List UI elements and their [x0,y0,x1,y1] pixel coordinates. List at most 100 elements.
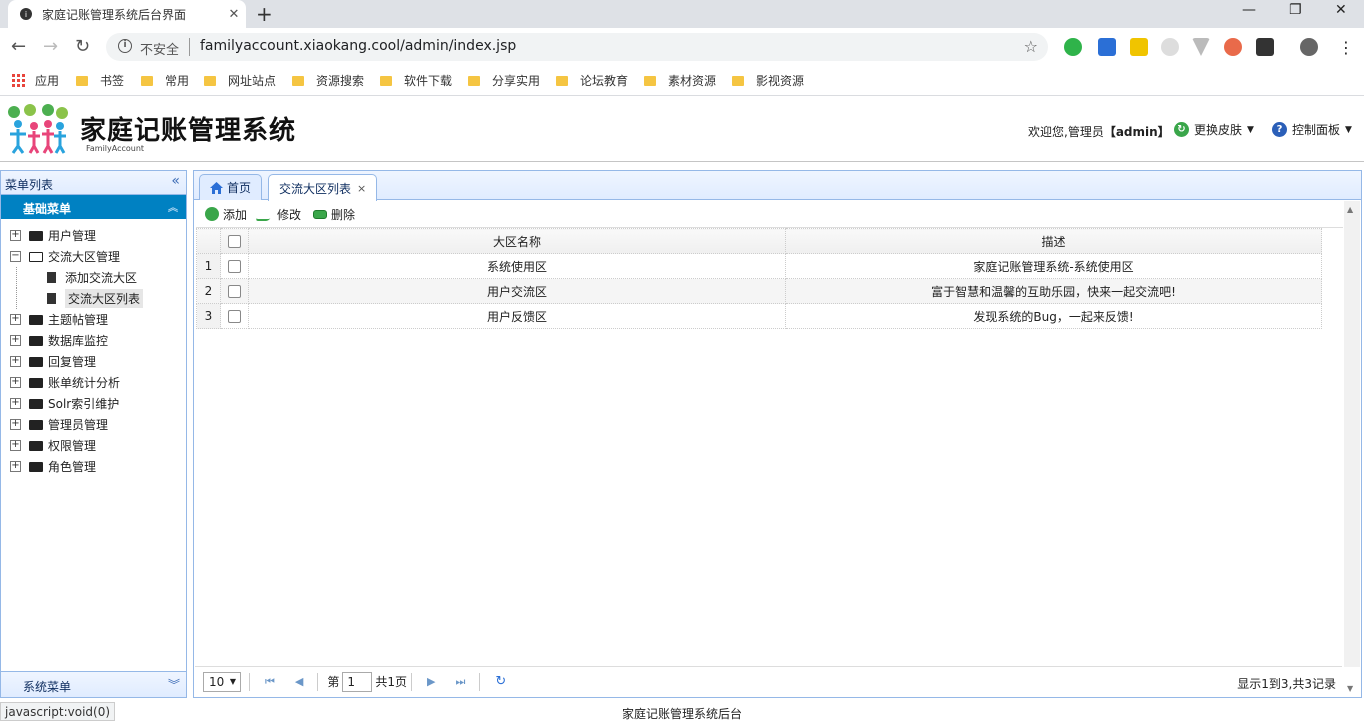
expand-icon[interactable]: + [10,230,21,241]
expand-icon[interactable]: + [10,314,21,325]
chevron-up-icon[interactable]: ︽ [168,199,178,214]
tree-node-admin[interactable]: + 管理员管理 [1,414,186,435]
logo-title: 家庭记账管理系统 [80,116,297,146]
data-table: 大区名称 描述 1 系统使用区 家庭记账管理系统-系统使用区 2 用户交流区 富… [196,228,1322,329]
prev-page-icon[interactable]: ◀ [295,675,303,688]
tab-area-list[interactable]: 交流大区列表 × [268,174,378,201]
select-all-checkbox[interactable] [228,235,241,248]
tree-node-role[interactable]: + 角色管理 [1,456,186,477]
profile-icon[interactable] [1300,38,1318,56]
welcome-prefix: 欢迎您,管理员 [1028,125,1104,139]
scroll-down-icon[interactable]: ▼ [1347,684,1353,693]
close-icon[interactable]: × [357,182,366,195]
bookmark-folder[interactable]: 论坛教育 [556,72,628,89]
tree-node-reply[interactable]: + 回复管理 [1,351,186,372]
folder-open-icon [29,251,43,262]
extension-share-icon[interactable] [1224,38,1242,56]
tree-node-perm[interactable]: + 权限管理 [1,435,186,456]
extension-p-icon[interactable] [1098,38,1116,56]
last-page-icon[interactable]: ⏭ [456,675,466,689]
browser-menu-icon[interactable]: ⋮ [1338,38,1354,57]
reload-icon[interactable]: ↻ [75,36,90,57]
url-text[interactable]: familyaccount.xiaokang.cool/admin/index.… [200,38,516,54]
tree-node-user[interactable]: + 用户管理 [1,225,186,246]
vertical-scrollbar[interactable]: ▲ ▼ [1344,201,1360,693]
expand-icon[interactable]: + [10,335,21,346]
first-page-icon[interactable]: ⏮ [265,675,275,689]
expand-icon[interactable]: + [10,356,21,367]
info-icon[interactable]: i [118,39,132,53]
restore-icon[interactable]: ❐ [1289,2,1302,18]
extension-puzzle-icon[interactable] [1256,38,1274,56]
new-tab-icon[interactable]: + [256,2,273,26]
tree-node-bill[interactable]: + 账单统计分析 [1,372,186,393]
folder-icon [556,75,568,86]
browser-tab[interactable]: i 家庭记账管理系统后台界面 ✕ [8,0,246,28]
extension-en-icon[interactable] [1161,38,1179,56]
refresh-icon[interactable]: ↻ [495,674,506,689]
expand-icon[interactable]: + [10,419,21,430]
cell-desc: 富于智慧和温馨的互助乐园，快来一起交流吧! [785,278,1322,304]
page-size-select[interactable]: 10 ▼ [203,671,241,692]
bookmark-label: 影视资源 [756,74,805,88]
column-header-desc[interactable]: 描述 [785,228,1322,254]
welcome-user: 【admin】 [1103,125,1170,139]
back-icon[interactable]: ← [11,36,26,57]
bookmark-label: 常用 [165,74,190,88]
tree-node-solr[interactable]: + Solr索引维护 [1,393,186,414]
tree-node-db[interactable]: + 数据库监控 [1,330,186,351]
tree-node-area[interactable]: − 交流大区管理 [1,246,186,267]
collapse-icon[interactable]: − [10,251,21,262]
bookmark-folder[interactable]: 素材资源 [644,72,716,89]
close-tab-icon[interactable]: ✕ [222,7,246,22]
column-header-name[interactable]: 大区名称 [248,228,786,254]
bookmark-folder[interactable]: 资源搜索 [292,72,364,89]
collapse-left-icon[interactable]: « [171,173,180,189]
edit-button[interactable]: 修改 [254,206,301,223]
table-row[interactable]: 2 用户交流区 富于智慧和温馨的互助乐园，快来一起交流吧! [196,278,1322,304]
bookmark-folder[interactable]: 软件下载 [380,72,452,89]
minimize-icon[interactable]: — [1242,2,1256,18]
chevron-down-icon[interactable]: ︾ [168,676,180,693]
folder-icon [29,377,43,388]
bookmark-star-icon[interactable]: ☆ [1024,37,1038,56]
panel-label: 控制面板 [1292,123,1341,137]
expand-icon[interactable]: + [10,440,21,451]
change-skin-button[interactable]: ↻ 更换皮肤 ▼ [1174,121,1254,138]
bookmark-apps[interactable]: 应用 [12,72,59,89]
expand-icon[interactable]: + [10,461,21,472]
bookmark-folder[interactable]: 分享实用 [468,72,540,89]
address-bar[interactable]: i 不安全 familyaccount.xiaokang.cool/admin/… [106,33,1048,61]
bookmark-label: 软件下载 [404,74,453,88]
table-row[interactable]: 1 系统使用区 家庭记账管理系统-系统使用区 [196,253,1322,279]
tree-label: 添加交流大区 [65,271,138,285]
row-checkbox[interactable] [228,260,241,273]
extension-g-icon[interactable] [1130,38,1148,56]
table-row[interactable]: 3 用户反馈区 发现系统的Bug，一起来反馈! [196,303,1322,329]
tree-node-area-list[interactable]: 交流大区列表 [1,288,186,309]
row-checkbox[interactable] [228,310,241,323]
page-total: 共1页 [375,675,408,689]
tree-node-area-add[interactable]: 添加交流大区 [1,267,186,288]
next-page-icon[interactable]: ▶ [427,675,435,688]
row-checkbox[interactable] [228,285,241,298]
folder-icon [76,75,88,86]
bookmark-folder[interactable]: 影视资源 [732,72,804,89]
extension-green-icon[interactable] [1064,38,1082,56]
forward-icon[interactable]: → [43,36,58,57]
control-panel-button[interactable]: ? 控制面板 ▼ [1272,121,1352,138]
accordion-system-menu[interactable]: 系统菜单 ︾ [1,671,186,697]
expand-icon[interactable]: + [10,398,21,409]
expand-icon[interactable]: + [10,377,21,388]
accordion-basic-menu[interactable]: 基础菜单 ︽ [1,195,186,219]
bookmark-folder[interactable]: 书签 [76,72,124,89]
scroll-up-icon[interactable]: ▲ [1347,205,1353,214]
page-number-input[interactable]: 1 [342,671,373,692]
tree-node-topic[interactable]: + 主题帖管理 [1,309,186,330]
add-button[interactable]: 添加 [205,206,247,223]
tab-home[interactable]: 首页 [199,174,263,200]
window-close-icon[interactable]: ✕ [1335,2,1347,18]
delete-button[interactable]: 删除 [313,206,355,223]
bookmark-folder[interactable]: 网址站点 [204,72,276,89]
bookmark-folder[interactable]: 常用 [141,72,189,89]
